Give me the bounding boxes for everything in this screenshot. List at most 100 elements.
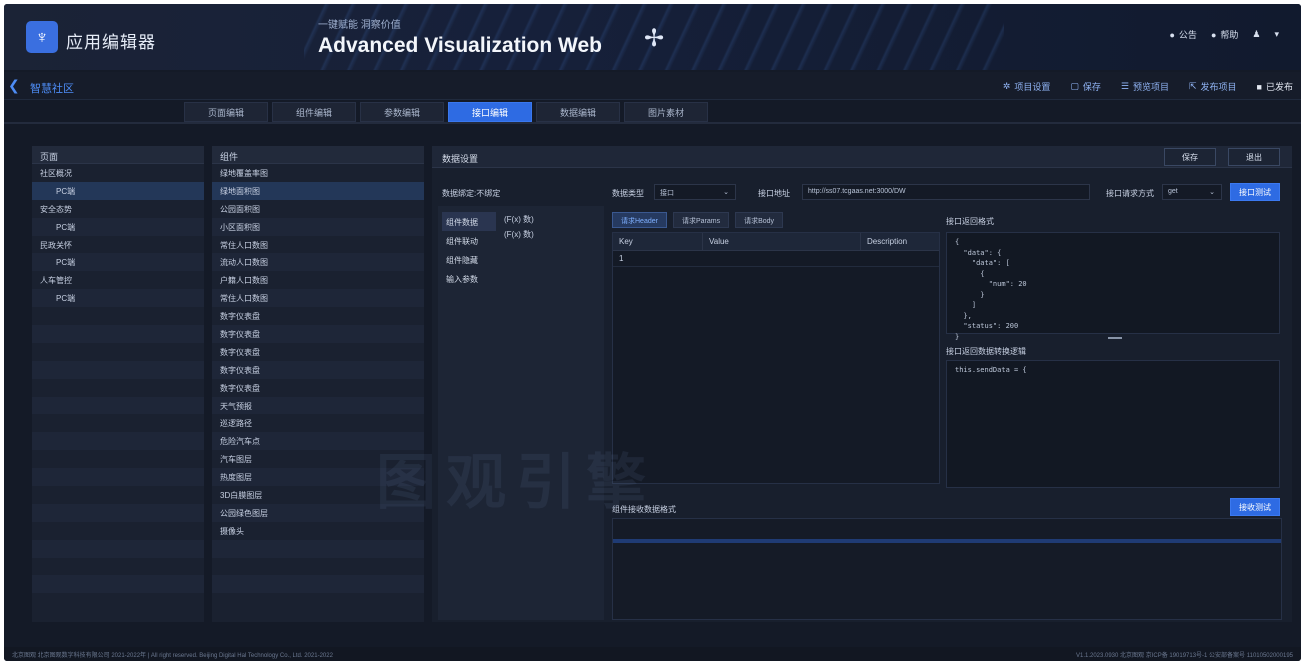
plus-icon: ✢ <box>644 25 665 52</box>
tab-component-edit[interactable]: 组件编辑 <box>272 102 356 122</box>
binding-field[interactable]: (F(x) 数) <box>504 214 534 229</box>
empty-row <box>212 539 424 558</box>
empty-row <box>32 360 204 379</box>
component-item[interactable]: 小区面积图 <box>212 217 424 236</box>
data-settings-header: 数据设置 保存 退出 <box>432 146 1292 168</box>
notice-button[interactable]: ● 公告 <box>1169 28 1196 41</box>
notice-icon: ● <box>1169 29 1175 40</box>
binding-fields: (F(x) 数) (F(x) 数) <box>504 214 534 244</box>
api-url-label: 接口地址 <box>758 189 790 198</box>
user-button[interactable]: ♟ <box>1252 29 1260 40</box>
data-settings-title: 数据设置 <box>442 154 479 164</box>
column-value: Value <box>703 233 861 250</box>
component-item[interactable]: 数字仪表盘 <box>212 343 424 361</box>
empty-row <box>212 558 424 576</box>
component-list-header: 组件 <box>212 146 424 164</box>
page-tree-item[interactable]: PC端 <box>32 217 204 236</box>
component-item[interactable]: 户籍人口数图 <box>212 271 424 289</box>
page-tree-group[interactable]: 民政关怀 <box>32 236 204 254</box>
tab-param-edit[interactable]: 参数编辑 <box>360 102 444 122</box>
empty-row <box>32 503 204 522</box>
tab-api-edit[interactable]: 接口编辑 <box>448 102 532 122</box>
component-item[interactable]: 巡逻路径 <box>212 414 424 432</box>
component-item[interactable]: 流动人口数图 <box>212 253 424 272</box>
component-item[interactable]: 数字仪表盘 <box>212 325 424 343</box>
tab-request-body[interactable]: 请求Body <box>735 212 784 228</box>
component-item[interactable]: 摄像头 <box>212 522 424 540</box>
app-window: ♆ 应用编辑器 一键赋能 洞察价值 Advanced Visualization… <box>4 4 1301 661</box>
page-tree-group[interactable]: 安全态势 <box>32 200 204 218</box>
tab-image-assets[interactable]: 图片素材 <box>624 102 708 122</box>
header-title: Advanced Visualization Web <box>318 34 602 57</box>
component-item[interactable]: 绿地覆盖率图 <box>212 164 424 182</box>
menu-component-link[interactable]: 组件联动 <box>442 231 496 250</box>
publish-button[interactable]: ⇱ 发布项目 <box>1189 80 1237 93</box>
page-tree-item[interactable]: PC端 <box>32 253 204 272</box>
component-item[interactable]: 常住人口数图 <box>212 289 424 308</box>
component-list-panel: 组件 绿地覆盖率图 绿地面积图 公园面积图 小区面积图 常住人口数图 流动人口数图 户籍人口… <box>212 146 424 622</box>
footer: 北京图观 北京图观数字科技有限公司 2021-2022年 | All right… <box>4 647 1301 661</box>
binding-field[interactable]: (F(x) 数) <box>504 229 534 244</box>
api-url-input[interactable]: http://ss07.tcgaas.net:3000/DW <box>802 184 1090 200</box>
empty-row <box>32 307 204 325</box>
data-type-select[interactable]: 接口 ⌄ <box>654 184 736 200</box>
exit-config-button[interactable]: 退出 <box>1228 148 1280 166</box>
save-button[interactable]: ▢ 保存 <box>1070 80 1101 93</box>
preview-button[interactable]: ☰ 预览项目 <box>1121 80 1169 93</box>
user-dropdown-button[interactable]: ▾ <box>1274 29 1279 40</box>
chevron-down-icon: ⌄ <box>1209 189 1215 196</box>
page-tree: 社区概况 PC端 安全态势 PC端 民政关怀 PC端 人车管控 PC端 <box>32 164 204 611</box>
back-arrow-icon[interactable]: ❮ <box>8 77 20 94</box>
user-icon: ♟ <box>1252 29 1261 39</box>
preview-icon: ☰ <box>1120 81 1129 91</box>
request-method-label: 接口请求方式 <box>1106 189 1154 198</box>
empty-row <box>32 486 204 504</box>
receive-format-editor[interactable] <box>612 518 1282 620</box>
tab-data-edit[interactable]: 数据编辑 <box>536 102 620 122</box>
page-tree-item[interactable]: PC端 <box>32 181 204 200</box>
menu-component-hide[interactable]: 组件隐藏 <box>442 250 496 269</box>
empty-row <box>32 522 204 540</box>
header-slogan: 一键赋能 洞察价值 <box>318 20 401 31</box>
api-test-button[interactable]: 接口测试 <box>1230 183 1280 201</box>
component-item[interactable]: 绿地面积图 <box>212 181 424 200</box>
app-header: ♆ 应用编辑器 一键赋能 洞察价值 Advanced Visualization… <box>4 4 1301 70</box>
binding-status: 数据绑定:不绑定 <box>442 189 501 198</box>
component-item[interactable]: 天气预报 <box>212 396 424 415</box>
page-tree-group[interactable]: 人车管控 <box>32 271 204 289</box>
tab-page-edit[interactable]: 页面编辑 <box>184 102 268 122</box>
page-tree-group[interactable]: 社区概况 <box>32 164 204 182</box>
column-key: Key <box>613 233 703 250</box>
transform-logic-editor[interactable]: this.sendData = { <box>946 360 1280 488</box>
footer-version: V1.1.2023.0930 北京图观 京ICP备 19019713号-1 公安… <box>1075 653 1293 659</box>
empty-row <box>212 593 424 611</box>
request-tabs: 请求Header 请求Params 请求Body <box>612 212 784 228</box>
tab-request-header[interactable]: 请求Header <box>612 212 667 228</box>
menu-input-params[interactable]: 输入参数 <box>442 269 496 288</box>
component-item[interactable]: 公园面积图 <box>212 200 424 218</box>
component-item[interactable]: 数字仪表盘 <box>212 360 424 379</box>
request-method-select[interactable]: get ⌄ <box>1162 184 1222 200</box>
binding-menu: 组件数据 组件联动 组件隐藏 输入参数 <box>442 212 496 288</box>
response-format-editor[interactable]: { "data": { "data": [ { "num": 20 } ] },… <box>946 232 1280 341</box>
component-item[interactable]: 数字仪表盘 <box>212 307 424 325</box>
empty-row <box>32 343 204 361</box>
response-format-label: 接口返回格式 <box>946 217 994 226</box>
published-button[interactable]: ■ 已发布 <box>1257 80 1293 93</box>
project-settings-button[interactable]: ✲ 项目设置 <box>1003 80 1051 93</box>
publish-icon: ⇱ <box>1188 81 1197 91</box>
save-config-button[interactable]: 保存 <box>1164 148 1216 166</box>
empty-row <box>32 432 204 451</box>
page-tree-header: 页面 <box>32 146 204 164</box>
menu-component-data[interactable]: 组件数据 <box>442 212 496 231</box>
help-button[interactable]: ● 帮助 <box>1211 28 1238 41</box>
component-item[interactable]: 常住人口数图 <box>212 236 424 254</box>
page-tree-item[interactable]: PC端 <box>32 289 204 308</box>
receive-test-button[interactable]: 接收测试 <box>1230 498 1280 516</box>
tab-request-params[interactable]: 请求Params <box>672 212 730 228</box>
table-header-row: Key Value Description <box>613 233 939 251</box>
table-row[interactable]: 1 <box>613 251 939 267</box>
empty-row <box>32 325 204 343</box>
component-item[interactable]: 数字仪表盘 <box>212 379 424 397</box>
resize-handle[interactable] <box>1108 337 1122 339</box>
